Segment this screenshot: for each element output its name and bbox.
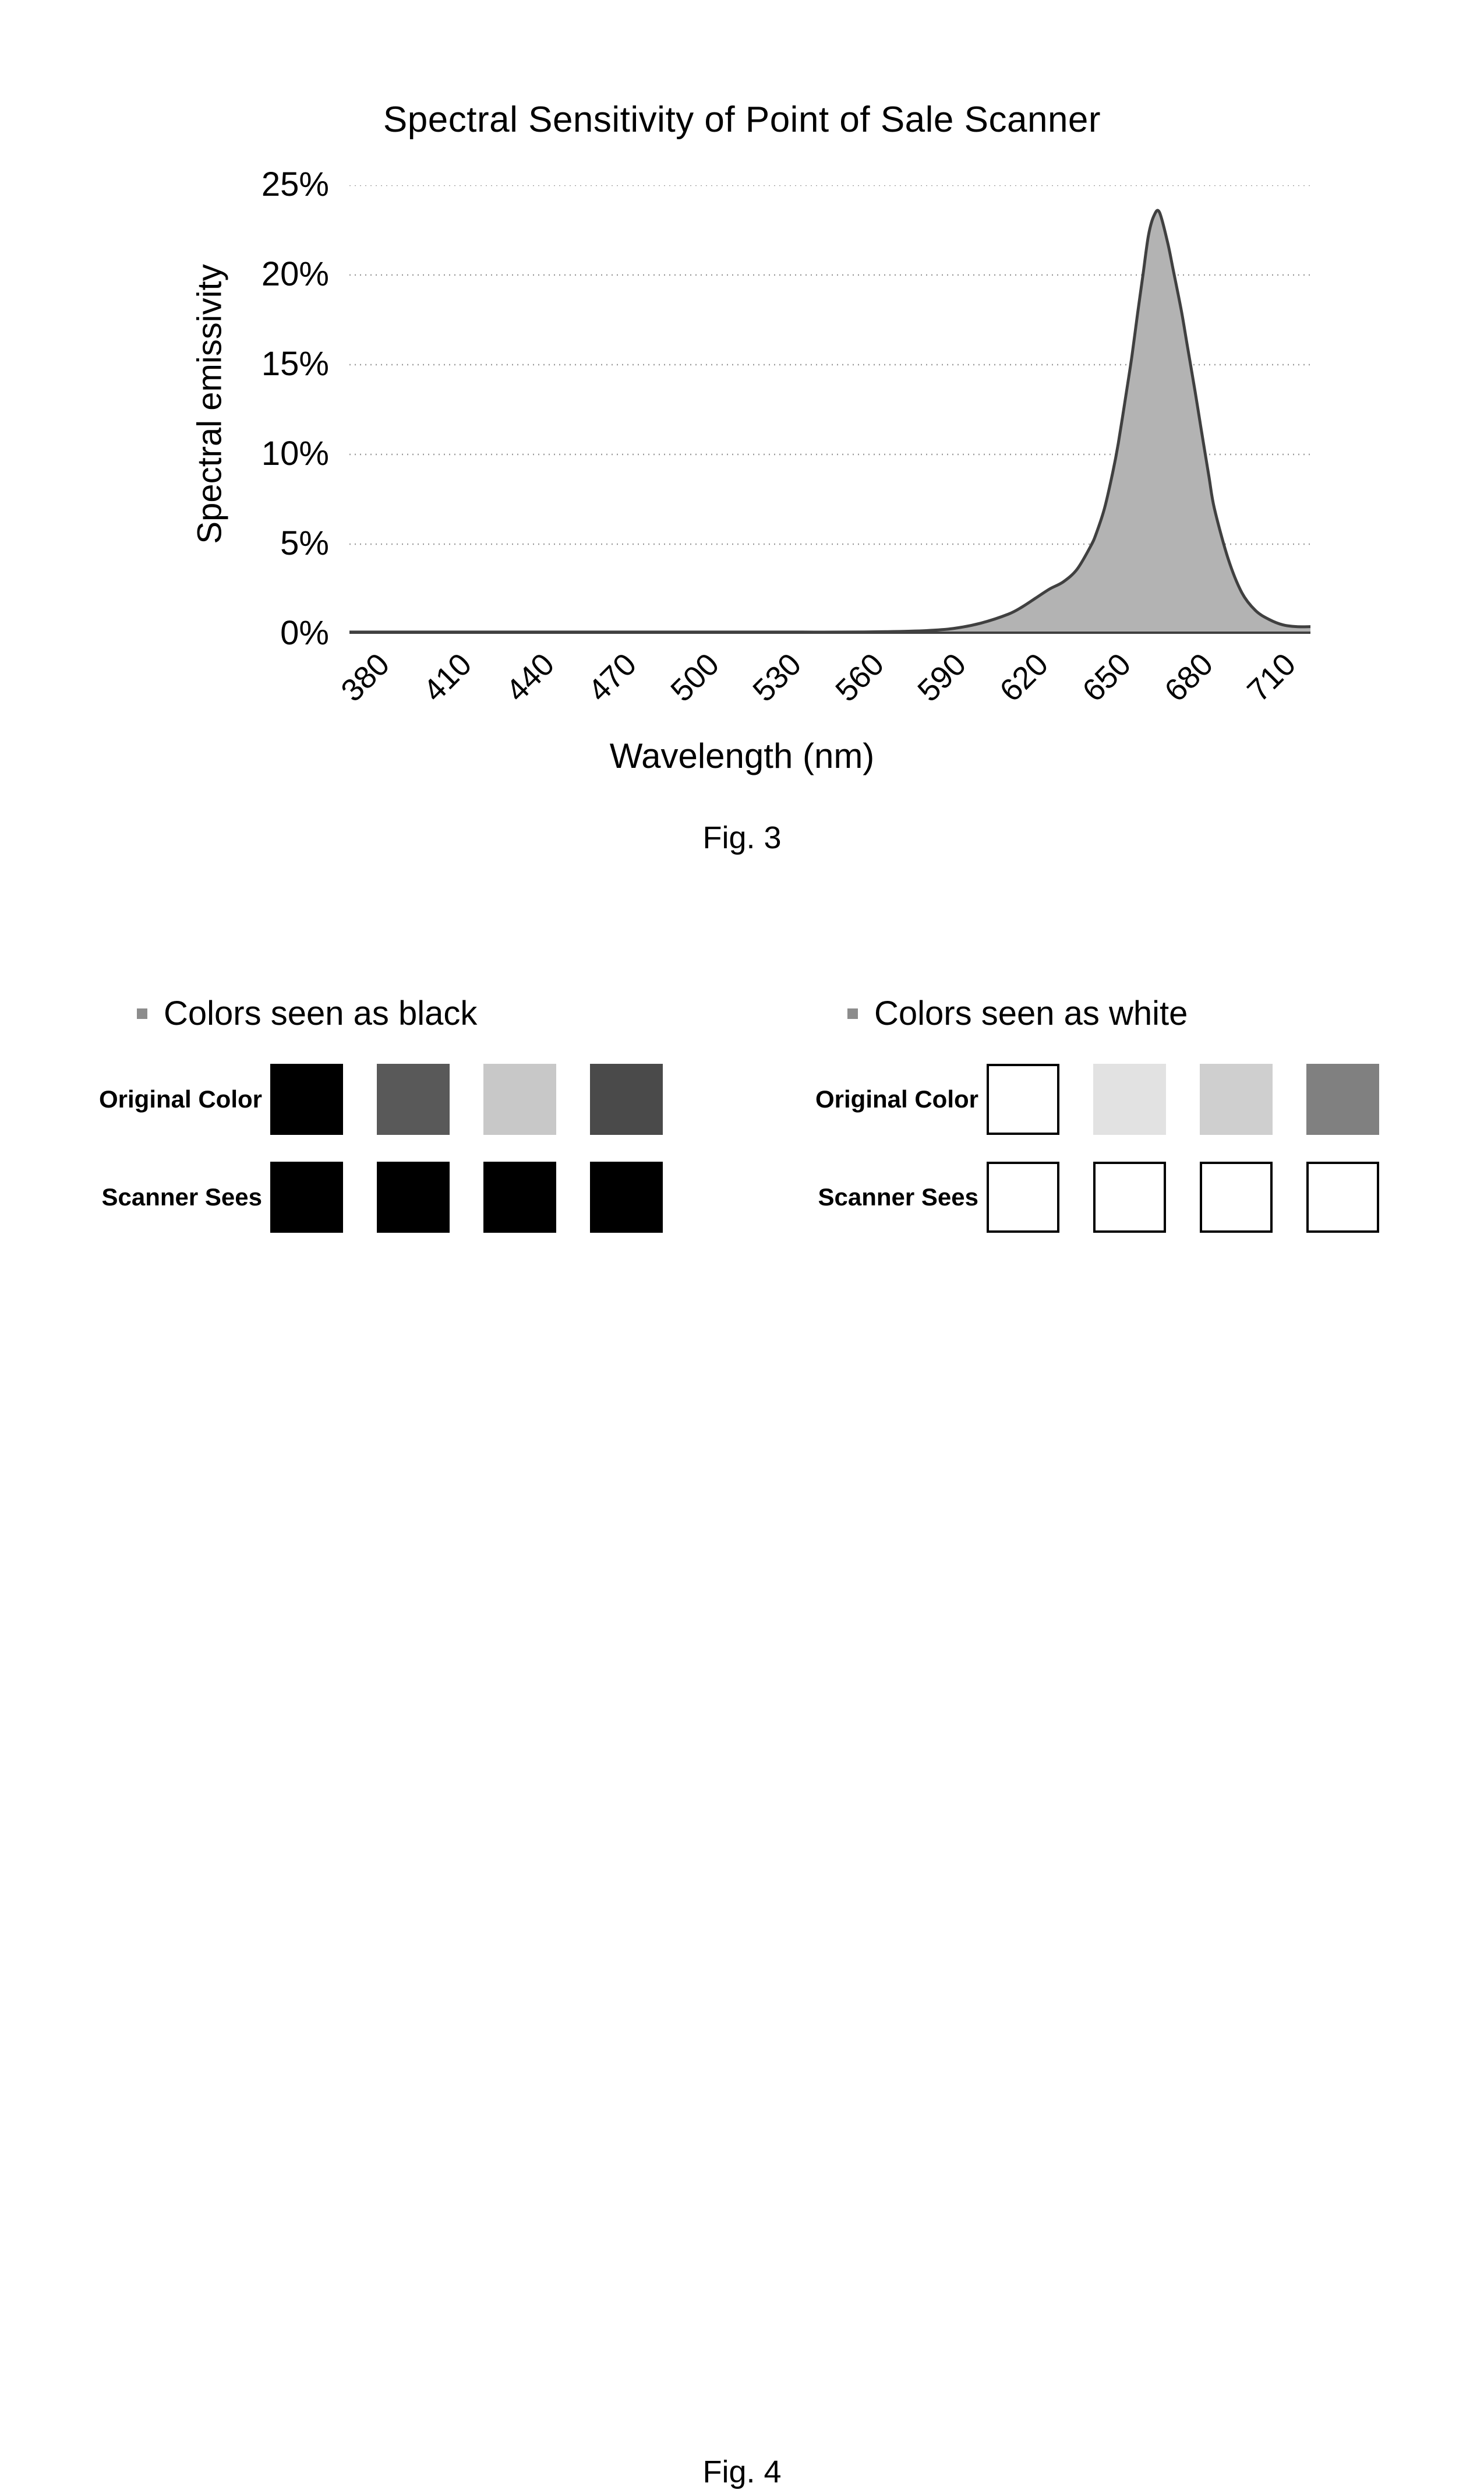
- square-bullet-icon: [847, 1008, 858, 1019]
- row-label-scanner-sees-white: Scanner Sees: [818, 1183, 978, 1211]
- x-axis-tick-label: 560: [828, 646, 891, 709]
- row-label-scanner-sees-black: Scanner Sees: [101, 1183, 262, 1211]
- swatch-row-scanner-white: Scanner Sees: [798, 1162, 1450, 1233]
- row-label-original-color-black: Original Color: [98, 1085, 262, 1113]
- x-axis-tick-label: 650: [1076, 646, 1138, 709]
- color-swatch: [987, 1064, 1059, 1135]
- color-swatch: [270, 1162, 343, 1233]
- x-axis-tick-label: 710: [1240, 646, 1303, 709]
- chart-title: Spectral Sensitivity of Point of Sale Sc…: [383, 100, 1101, 140]
- color-swatch: [1093, 1162, 1166, 1233]
- swatches-original-white: [987, 1064, 1379, 1135]
- figure-4: Colors seen as black Original Color Scan…: [0, 990, 1484, 2489]
- y-axis-tick-label: 10%: [261, 435, 329, 472]
- chart-plot-area: [349, 185, 1310, 634]
- color-swatch: [377, 1162, 450, 1233]
- x-axis-tick-label: 620: [993, 646, 1055, 709]
- swatch-row-original-black: Original Color: [87, 1064, 716, 1135]
- figure-4-caption: Fig. 4: [702, 2454, 782, 2489]
- area-fill: [349, 210, 1310, 634]
- x-axis-tick-label: 530: [746, 646, 808, 709]
- square-bullet-icon: [137, 1008, 147, 1019]
- y-axis-tick-label: 15%: [261, 345, 329, 383]
- x-axis-tick-label: 590: [911, 646, 973, 709]
- swatch-row-scanner-black: Scanner Sees: [87, 1162, 716, 1233]
- group-header-black: Colors seen as black: [137, 990, 716, 1037]
- swatch-group-white: Colors seen as white Original Color Scan…: [798, 990, 1450, 1233]
- swatch-group-black: Colors seen as black Original Color Scan…: [87, 990, 716, 1233]
- color-swatch: [1093, 1064, 1166, 1135]
- x-axis-tick-label: 440: [499, 646, 561, 709]
- color-swatch: [483, 1064, 556, 1135]
- color-swatch: [483, 1162, 556, 1233]
- group-header-white: Colors seen as white: [847, 990, 1450, 1037]
- y-axis-tick-label: 25%: [261, 165, 329, 203]
- color-swatch: [270, 1064, 343, 1135]
- group-title-black: Colors seen as black: [164, 994, 478, 1032]
- x-axis-tick-label: 680: [1158, 646, 1220, 709]
- color-swatch: [377, 1064, 450, 1135]
- color-swatch: [590, 1064, 663, 1135]
- x-axis-tick-label: 380: [334, 646, 397, 709]
- color-swatch: [590, 1162, 663, 1233]
- color-swatch: [987, 1162, 1059, 1233]
- x-axis-tick-label: 470: [581, 646, 644, 709]
- swatches-scanner-black: [270, 1162, 663, 1233]
- figure-3: Spectral Sensitivity of Point of Sale Sc…: [0, 0, 1484, 891]
- swatch-row-original-white: Original Color: [798, 1064, 1450, 1135]
- spectral-emissivity-area-chart: [349, 185, 1310, 634]
- row-label-original-color-white: Original Color: [815, 1085, 978, 1113]
- y-axis-tick-label: 5%: [280, 524, 329, 562]
- figure-3-caption: Fig. 3: [702, 820, 782, 855]
- color-swatch: [1306, 1162, 1379, 1233]
- color-swatch: [1306, 1064, 1379, 1135]
- color-swatch: [1200, 1064, 1273, 1135]
- group-title-white: Colors seen as white: [874, 994, 1188, 1032]
- swatches-original-black: [270, 1064, 663, 1135]
- y-axis-tick-label: 20%: [261, 255, 329, 293]
- swatches-scanner-white: [987, 1162, 1379, 1233]
- x-axis-tick-label: 410: [416, 646, 479, 709]
- x-axis-tick-label: 500: [663, 646, 726, 709]
- x-axis-title: Wavelength (nm): [609, 736, 875, 775]
- color-swatch: [1200, 1162, 1273, 1233]
- y-axis-tick-label: 0%: [280, 614, 329, 652]
